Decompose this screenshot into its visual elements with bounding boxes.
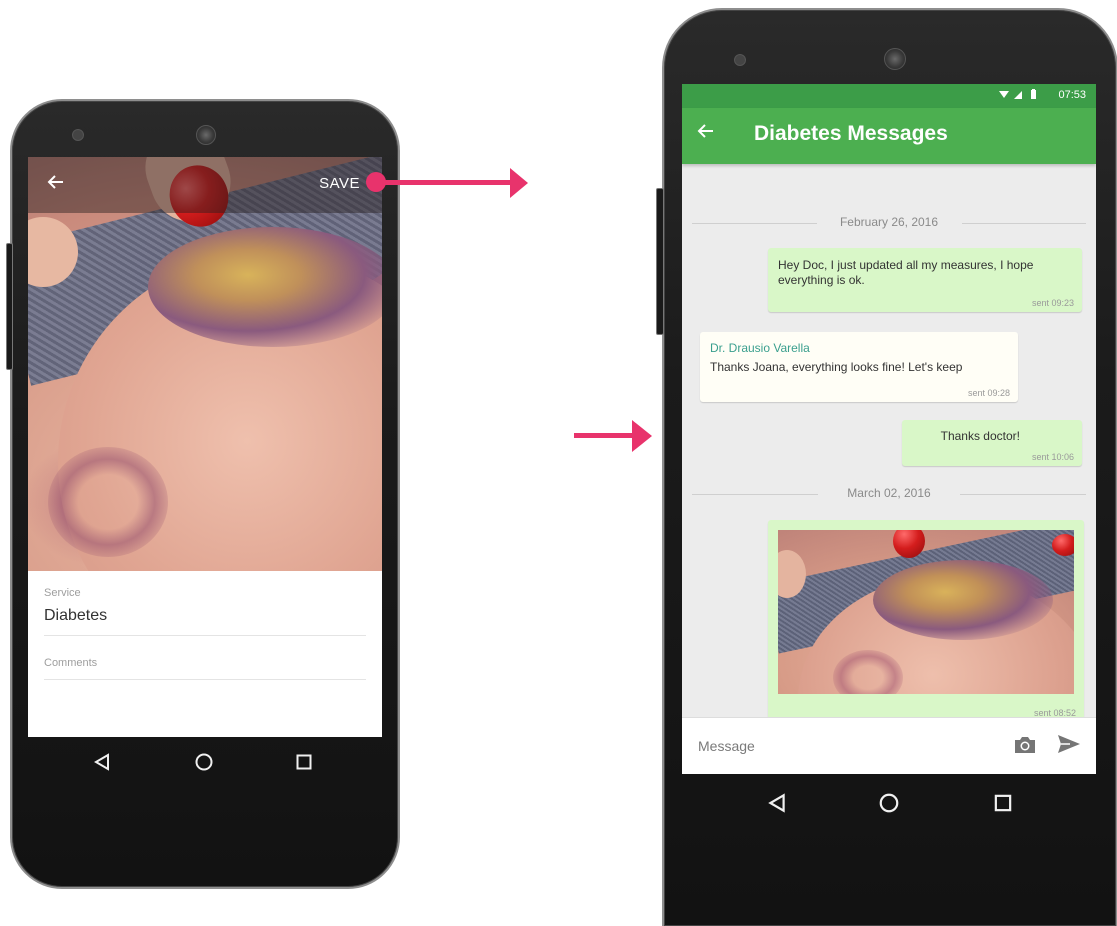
android-nav-bar	[682, 774, 1096, 834]
app-bar: Diabetes Messages	[682, 108, 1096, 164]
phone-right: 07:53 Diabetes Messages February 26, 201…	[656, 8, 1117, 926]
service-label: Service	[44, 587, 81, 599]
divider	[44, 679, 366, 680]
phone-camera	[196, 125, 216, 145]
back-triangle-icon[interactable]	[92, 752, 112, 777]
arrow-dot	[366, 172, 386, 192]
phone-speaker	[734, 54, 746, 66]
message-text: Hey Doc, I just updated all my measures,…	[778, 258, 1034, 287]
screen-photo-editor: SAVE Service Diabetes Comments	[28, 157, 382, 737]
date-label: February 26, 2016	[839, 215, 939, 229]
divider	[44, 635, 366, 636]
status-icons	[998, 88, 1042, 104]
recents-square-icon[interactable]	[992, 792, 1014, 819]
send-icon[interactable]	[1056, 732, 1082, 761]
home-circle-icon[interactable]	[194, 752, 214, 777]
sender-name: Dr. Drausio Varella	[710, 341, 810, 355]
arrow-line	[574, 433, 636, 438]
message-bubble-image[interactable]: sent 08:52	[768, 520, 1084, 722]
phone-side-button	[656, 188, 664, 335]
message-time: sent 09:23	[1031, 298, 1074, 308]
bruise-photo-thumbnail[interactable]	[778, 530, 1074, 694]
comments-label: Comments	[44, 657, 98, 669]
arrow-head	[510, 168, 528, 198]
screen-messages: 07:53 Diabetes Messages February 26, 201…	[682, 84, 1096, 774]
phone-speaker	[72, 129, 84, 141]
save-button[interactable]: SAVE	[319, 175, 360, 192]
android-nav-bar	[28, 737, 382, 793]
service-field[interactable]: Diabetes	[44, 607, 107, 625]
date-separator: March 02, 2016	[682, 485, 1096, 503]
date-label: March 02, 2016	[847, 486, 931, 500]
phone-left: SAVE Service Diabetes Comments	[6, 99, 400, 889]
message-time: sent 09:28	[967, 388, 1010, 398]
arrow-line	[372, 180, 512, 185]
message-composer: Message	[682, 717, 1096, 774]
bruise-photo	[28, 157, 382, 571]
message-text: Thanks Joana, everything looks fine! Let…	[710, 360, 963, 374]
arrow-back-icon[interactable]	[42, 171, 70, 199]
photo-details-form: Service Diabetes Comments	[28, 571, 382, 737]
photo-toolbar: SAVE	[28, 157, 382, 213]
phone-camera	[884, 48, 906, 70]
message-bubble-outgoing[interactable]: Hey Doc, I just updated all my measures,…	[768, 248, 1082, 312]
message-input[interactable]: Message	[698, 738, 755, 754]
home-circle-icon[interactable]	[878, 792, 900, 819]
date-separator: February 26, 2016	[682, 214, 1096, 232]
message-text: Thanks doctor!	[940, 429, 1020, 443]
message-bubble-outgoing[interactable]: Thanks doctor! sent 10:06	[902, 420, 1082, 466]
phone-side-button	[6, 243, 13, 370]
page-title: Diabetes Messages	[754, 122, 948, 145]
recents-square-icon[interactable]	[294, 752, 314, 777]
camera-icon[interactable]	[1012, 733, 1038, 762]
message-time: sent 10:06	[1031, 452, 1074, 462]
arrow-head	[632, 420, 652, 452]
status-bar: 07:53	[682, 84, 1096, 108]
message-bubble-incoming[interactable]: Dr. Drausio Varella Thanks Joana, everyt…	[700, 332, 1018, 402]
back-triangle-icon[interactable]	[766, 792, 788, 819]
arrow-back-icon[interactable]	[696, 121, 716, 147]
status-time: 07:53	[1058, 89, 1086, 101]
